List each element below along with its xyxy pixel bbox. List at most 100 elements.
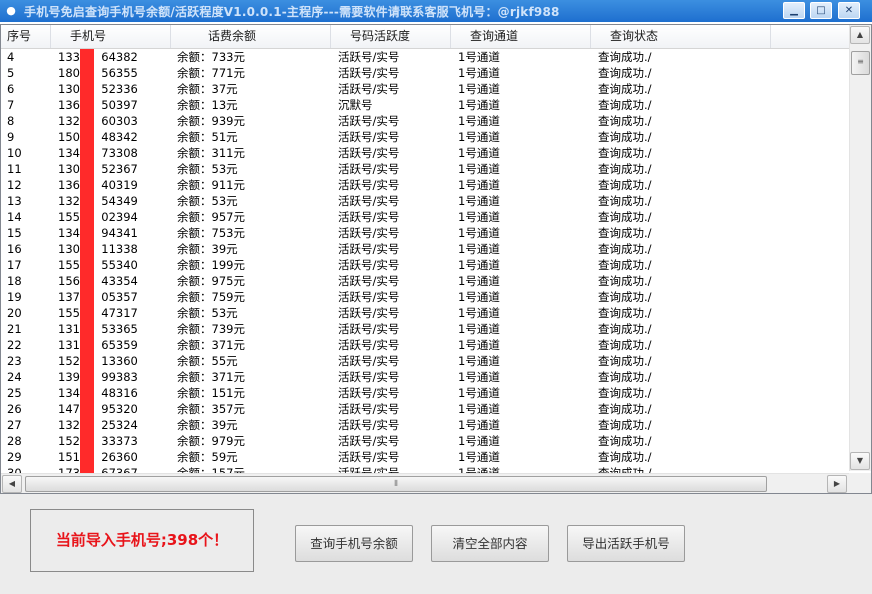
cell-phone: 1520 13360 [58, 353, 168, 369]
table-body: 4 1331 64382 余额：733元 活跃号/实号 1号通道 查询成功./5 1807 56… [1, 49, 849, 473]
cell-phone: 1364 50397 [58, 97, 168, 113]
cell-index: 29 [7, 450, 22, 464]
cell-index: 12 [7, 178, 22, 192]
table-row[interactable]: 29 1517 26360 余额：59元 活跃号/实号 1号通道 查询成功./ [1, 449, 849, 465]
scroll-down-icon[interactable]: ▼ [850, 452, 870, 470]
table-row[interactable]: 22 1319 65359 余额：371元 活跃号/实号 1号通道 查询成功./ [1, 337, 849, 353]
scroll-up-icon[interactable]: ▲ [850, 26, 870, 44]
cell-index: 4 [7, 50, 15, 64]
phone-suffix: 65359 [101, 338, 138, 352]
cell-index: 17 [7, 258, 22, 272]
vertical-scroll-thumb[interactable]: ≡ [851, 51, 870, 75]
table-row[interactable]: 5 1807 56355 余额：771元 活跃号/实号 1号通道 查询成功./ [1, 65, 849, 81]
cell-phone: 1324 54349 [58, 193, 168, 209]
table-row[interactable]: 17 1557 55340 余额：199元 活跃号/实号 1号通道 查询成功./ [1, 257, 849, 273]
query-balance-button[interactable]: 查询手机号余额 [295, 525, 413, 562]
clear-all-button[interactable]: 清空全部内容 [431, 525, 549, 562]
table-row[interactable]: 9 1507 48342 余额：51元 活跃号/实号 1号通道 查询成功./ [1, 129, 849, 145]
cell-activity: 活跃号/实号 [338, 210, 400, 224]
results-table[interactable]: 序号 手机号 话费余额 号码活跃度 查询通道 查询状态 4 1331 64382 余额… [0, 24, 872, 494]
phone-suffix: 54349 [101, 194, 138, 208]
cell-activity: 活跃号/实号 [338, 466, 400, 473]
cell-activity: 活跃号/实号 [338, 66, 400, 80]
cell-activity: 活跃号/实号 [338, 306, 400, 320]
export-active-button[interactable]: 导出活跃手机号 [567, 525, 685, 562]
table-row[interactable]: 10 1341 73308 余额：311元 活跃号/实号 1号通道 查询成功./ [1, 145, 849, 161]
scroll-left-icon[interactable]: ◀ [2, 475, 22, 493]
table-row[interactable]: 25 1341 48316 余额：151元 活跃号/实号 1号通道 查询成功./ [1, 385, 849, 401]
scroll-right-icon[interactable]: ▶ [827, 475, 847, 493]
cell-phone: 1329 25324 [58, 417, 168, 433]
table-row[interactable]: 8 1324 60303 余额：939元 活跃号/实号 1号通道 查询成功./ [1, 113, 849, 129]
cell-channel: 1号通道 [458, 354, 500, 368]
cell-index: 11 [7, 162, 22, 176]
cell-index: 8 [7, 114, 15, 128]
cell-index: 21 [7, 322, 22, 336]
cell-channel: 1号通道 [458, 210, 500, 224]
cell-channel: 1号通道 [458, 98, 500, 112]
table-row[interactable]: 20 1550 47317 余额：53元 活跃号/实号 1号通道 查询成功./ [1, 305, 849, 321]
cell-status: 查询成功./ [598, 418, 652, 432]
cell-status: 查询成功./ [598, 226, 652, 240]
cell-status: 查询成功./ [598, 370, 652, 384]
table-row[interactable]: 28 1520 33373 余额：979元 活跃号/实号 1号通道 查询成功./ [1, 433, 849, 449]
column-header-phone[interactable]: 手机号 [51, 25, 171, 48]
table-row[interactable]: 15 1342 94341 余额：753元 活跃号/实号 1号通道 查询成功./ [1, 225, 849, 241]
cell-balance: 余额：733元 [177, 50, 245, 64]
cell-index: 6 [7, 82, 15, 96]
cell-status: 查询成功./ [598, 210, 652, 224]
table-row[interactable]: 14 1551 02394 余额：957元 活跃号/实号 1号通道 查询成功./ [1, 209, 849, 225]
column-header-index[interactable]: 序号 [1, 25, 51, 48]
phone-suffix: 02394 [101, 210, 138, 224]
table-row[interactable]: 21 1318 53365 余额：739元 活跃号/实号 1号通道 查询成功./ [1, 321, 849, 337]
cell-activity: 活跃号/实号 [338, 162, 400, 176]
table-row[interactable]: 18 1564 43354 余额：975元 活跃号/实号 1号通道 查询成功./ [1, 273, 849, 289]
column-header-activity[interactable]: 号码活跃度 [331, 25, 451, 48]
cell-activity: 活跃号/实号 [338, 354, 400, 368]
cell-channel: 1号通道 [458, 466, 500, 473]
table-row[interactable]: 7 1364 50397 余额：13元 沉默号 1号通道 查询成功./ [1, 97, 849, 113]
cell-balance: 余额：371元 [177, 370, 245, 384]
cell-status: 查询成功./ [598, 242, 652, 256]
table-row[interactable]: 24 1398 99383 余额：371元 活跃号/实号 1号通道 查询成功./ [1, 369, 849, 385]
maximize-button[interactable]: □ [810, 2, 832, 19]
cell-phone: 1318 53365 [58, 321, 168, 337]
phone-suffix: 55340 [101, 258, 138, 272]
table-row[interactable]: 23 1520 13360 余额：55元 活跃号/实号 1号通道 查询成功./ [1, 353, 849, 369]
table-row[interactable]: 11 1309 52367 余额：53元 活跃号/实号 1号通道 查询成功./ [1, 161, 849, 177]
phone-suffix: 33373 [101, 434, 138, 448]
table-row[interactable]: 4 1331 64382 余额：733元 活跃号/实号 1号通道 查询成功./ [1, 49, 849, 65]
cell-balance: 余额：13元 [177, 98, 238, 112]
cell-activity: 活跃号/实号 [338, 322, 400, 336]
cell-index: 14 [7, 210, 22, 224]
table-row[interactable]: 6 1303 52336 余额：37元 活跃号/实号 1号通道 查询成功./ [1, 81, 849, 97]
cell-balance: 余额：939元 [177, 114, 245, 128]
table-row[interactable]: 19 1379 05357 余额：759元 活跃号/实号 1号通道 查询成功./ [1, 289, 849, 305]
table-row[interactable]: 27 1329 25324 余额：39元 活跃号/实号 1号通道 查询成功./ [1, 417, 849, 433]
column-header-status[interactable]: 查询状态 [591, 25, 771, 48]
table-row[interactable]: 12 1361 40319 余额：911元 活跃号/实号 1号通道 查询成功./ [1, 177, 849, 193]
cell-balance: 余额：753元 [177, 226, 245, 240]
table-row[interactable]: 13 1324 54349 余额：53元 活跃号/实号 1号通道 查询成功./ [1, 193, 849, 209]
phone-suffix: 64382 [101, 50, 138, 64]
table-row[interactable]: 16 1309 11338 余额：39元 活跃号/实号 1号通道 查询成功./ [1, 241, 849, 257]
horizontal-scroll-thumb[interactable]: ⦀ [25, 476, 767, 492]
cell-index: 9 [7, 130, 15, 144]
cell-channel: 1号通道 [458, 162, 500, 176]
cell-status: 查询成功./ [598, 162, 652, 176]
minimize-button[interactable]: ▁ [783, 2, 805, 19]
cell-status: 查询成功./ [598, 194, 652, 208]
horizontal-scrollbar[interactable]: ◀ ⦀ ▶ [1, 473, 849, 493]
column-header-balance[interactable]: 话费余额 [171, 25, 331, 48]
phone-suffix: 05357 [101, 290, 138, 304]
cell-balance: 余额：371元 [177, 338, 245, 352]
table-row[interactable]: 26 1471 95320 余额：357元 活跃号/实号 1号通道 查询成功./ [1, 401, 849, 417]
vertical-scrollbar[interactable]: ▲ ≡ ▼ [849, 25, 871, 471]
table-row[interactable]: 30 1734 67367 余额：157元 活跃号/实号 1号通道 查询成功./ [1, 465, 849, 473]
cell-channel: 1号通道 [458, 306, 500, 320]
column-header-channel[interactable]: 查询通道 [451, 25, 591, 48]
cell-index: 15 [7, 226, 22, 240]
close-button[interactable]: ✕ [838, 2, 860, 19]
cell-balance: 余额：53元 [177, 162, 238, 176]
cell-activity: 活跃号/实号 [338, 194, 400, 208]
